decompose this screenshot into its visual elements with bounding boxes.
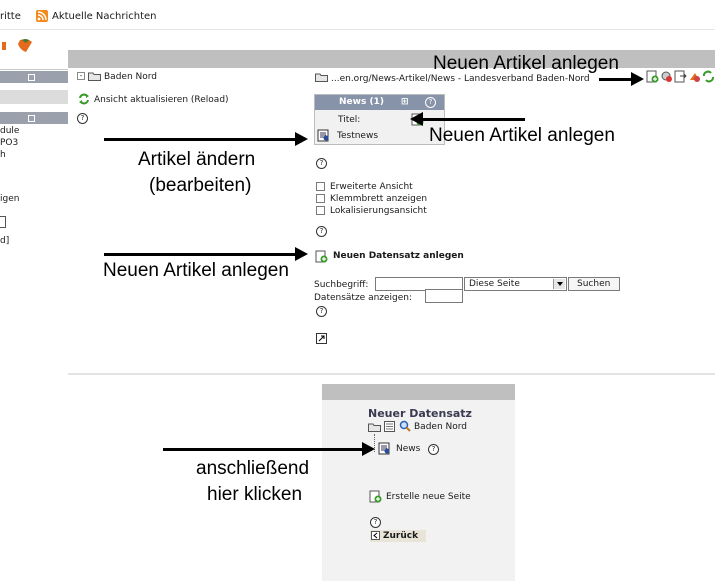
record-testnews[interactable]: Testnews: [337, 131, 378, 141]
sidebar-item[interactable]: d]: [0, 236, 9, 246]
new-record-panel: Neuer Datensatz Baden Nord News ? Erstel…: [322, 384, 515, 581]
rss-news-link[interactable]: Aktuelle Nachrichten: [52, 11, 157, 22]
collapse-button-2[interactable]: [0, 112, 68, 124]
reload-icon[interactable]: [78, 93, 90, 105]
news-menu-header: News (1) ⊞ ?: [315, 95, 444, 110]
localization-checkbox[interactable]: [316, 206, 325, 215]
sidebar-item[interactable]: igen: [0, 194, 19, 204]
record-icon[interactable]: [317, 129, 330, 142]
arrow-head-left: [410, 112, 423, 126]
path-text: ...en.org/News-Artikel/News - Landesverb…: [331, 74, 590, 84]
news-type-link[interactable]: News: [396, 444, 420, 454]
shortcut-icon[interactable]: [688, 70, 701, 83]
panel-page-name: Baden Nord: [414, 422, 467, 432]
folder-icon: [88, 71, 101, 81]
expand-icon[interactable]: ⊞: [401, 97, 409, 107]
sidebar-strip: [0, 90, 68, 104]
scope-select[interactable]: Diese Seite: [464, 277, 567, 291]
back-label: Zurück: [383, 531, 419, 541]
show-records-input[interactable]: [425, 289, 463, 303]
panel-title: Neuer Datensatz: [368, 407, 472, 420]
extended-view-checkbox[interactable]: [316, 182, 325, 191]
record-icon[interactable]: [378, 442, 391, 455]
annotation-arrow: [599, 78, 633, 81]
help-icon[interactable]: ?: [425, 97, 436, 108]
create-page-link[interactable]: Erstelle neue Seite: [386, 492, 471, 502]
top-bar: ritte Aktuelle Nachrichten: [0, 0, 715, 30]
show-records-label: Datensätze anzeigen:: [314, 293, 413, 303]
annotation-arrow: [104, 253, 297, 256]
sidebar-item[interactable]: dule: [0, 126, 19, 136]
list-icon: [384, 421, 395, 432]
clipboard-checkbox[interactable]: [316, 194, 325, 203]
breadcrumb-cut-label[interactable]: ritte: [0, 11, 21, 22]
rss-icon: [36, 10, 48, 22]
help-icon[interactable]: ?: [316, 306, 327, 317]
title-column-label: Titel:: [338, 115, 361, 125]
new-record-icon[interactable]: [315, 250, 328, 263]
back-button[interactable]: Zurück: [370, 530, 426, 542]
delete-icon[interactable]: [660, 70, 673, 83]
new-record-icon[interactable]: [646, 70, 659, 83]
collapse-icon: [28, 115, 35, 122]
arrow-head-right: [295, 247, 308, 261]
arrow-head-right: [362, 442, 375, 456]
sidebar-frame-icon: [0, 216, 6, 228]
scope-select-value: Diese Seite: [469, 279, 520, 289]
refresh-icon[interactable]: [702, 70, 715, 83]
localization-label: Lokalisierungsansicht: [330, 206, 427, 216]
annotation-label: Neuen Artikel anlegen: [103, 260, 289, 281]
help-icon[interactable]: ?: [77, 113, 88, 124]
path-folder-icon: [315, 72, 328, 82]
tree-node-label[interactable]: Baden Nord: [104, 72, 157, 82]
folder-icon: [368, 422, 381, 432]
new-record-link[interactable]: Neuen Datensatz anlegen: [333, 251, 464, 261]
help-icon[interactable]: ?: [316, 158, 327, 169]
reload-link[interactable]: Ansicht aktualisieren (Reload): [94, 95, 229, 105]
news-menu-title[interactable]: News (1): [339, 97, 384, 107]
annotation-arrow: [163, 448, 364, 451]
arrow-head-right: [295, 132, 308, 146]
sidebar-item[interactable]: PO3: [0, 138, 18, 148]
collapse-button-1[interactable]: [0, 71, 68, 83]
back-arrow-icon: [371, 531, 380, 540]
typo3-logo: [0, 36, 40, 56]
annotation-label: anschließend: [196, 458, 310, 479]
annotation-label: Neuen Artikel anlegen: [429, 125, 615, 146]
annotation-label: (bearbeiten): [149, 175, 252, 196]
help-icon[interactable]: ?: [316, 226, 327, 237]
collapse-icon: [28, 74, 35, 81]
annotation-label: Artikel ändern: [138, 149, 256, 170]
annotation-label: hier klicken: [207, 484, 303, 505]
arrow-head-right: [631, 72, 644, 86]
help-icon[interactable]: ?: [370, 517, 381, 528]
annotation-label: Neuen Artikel anlegen: [433, 53, 619, 74]
left-sidebar: dule PO3 h igen d]: [0, 70, 68, 275]
search-label: Suchbegriff:: [314, 280, 369, 290]
toolbar-icons: [646, 70, 715, 84]
annotation-arrow: [421, 118, 525, 121]
annotation-arrow: [104, 138, 297, 141]
tree-collapse-icon[interactable]: -: [77, 72, 85, 80]
chevron-down-icon[interactable]: [553, 279, 565, 289]
help-icon[interactable]: ?: [428, 444, 439, 455]
sidebar-item[interactable]: h: [0, 150, 6, 160]
export-icon[interactable]: [674, 70, 687, 83]
new-page-icon[interactable]: [369, 490, 382, 503]
popup-icon[interactable]: [316, 333, 327, 344]
search-button-label: Suchen: [577, 279, 611, 289]
search-button[interactable]: Suchen: [568, 277, 620, 291]
extended-view-label: Erweiterte Ansicht: [330, 182, 413, 192]
search-icon[interactable]: [399, 420, 411, 432]
screenshot-bottom-border: [68, 373, 715, 375]
clipboard-label: Klemmbrett anzeigen: [330, 194, 428, 204]
panel-header-band: [322, 384, 515, 400]
